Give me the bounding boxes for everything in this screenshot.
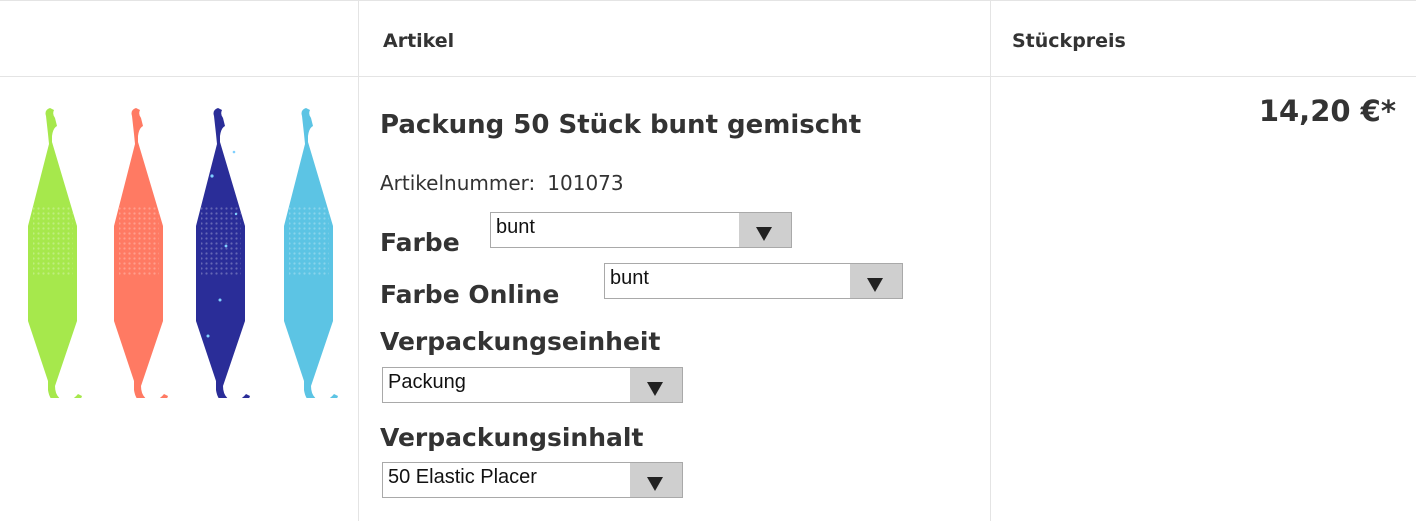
article-number: Artikelnummer: 101073: [380, 171, 624, 195]
table-top-border: [0, 0, 1416, 1]
chevron-down-icon: [647, 382, 663, 396]
product-image[interactable]: [0, 78, 358, 407]
column-divider-price: [990, 0, 991, 521]
farbe-online-select-dropdown-button[interactable]: [850, 264, 902, 298]
verpackungseinheit-select[interactable]: Packung: [382, 367, 683, 403]
chevron-down-icon: [867, 278, 883, 292]
navy-tool: [196, 108, 250, 407]
verpackungseinheit-select-value: Packung: [388, 371, 466, 393]
column-divider-image: [358, 0, 359, 521]
verpackungsinhalt-select-dropdown-button[interactable]: [630, 463, 682, 497]
farbe-select-value: bunt: [496, 216, 535, 238]
orange-tool: [114, 108, 168, 407]
farbe-online-select-value: bunt: [610, 267, 649, 289]
chevron-down-icon: [756, 227, 772, 241]
elastic-placer-tools-image: [28, 108, 338, 407]
article-number-value: 101073: [547, 171, 624, 195]
cart-table: Artikel Stückpreis Packung 50 Stück bunt…: [0, 0, 1416, 521]
column-header-article: Artikel: [383, 30, 455, 52]
farbe-label: Farbe: [380, 228, 460, 257]
product-title[interactable]: Packung 50 Stück bunt gemischt: [380, 110, 861, 140]
column-header-price: Stückpreis: [1012, 30, 1126, 52]
verpackungseinheit-label: Verpackungseinheit: [380, 327, 661, 356]
green-tool: [28, 108, 82, 407]
verpackungsinhalt-select-value: 50 Elastic Placer: [388, 466, 537, 488]
farbe-online-label: Farbe Online: [380, 280, 560, 309]
farbe-online-select[interactable]: bunt: [604, 263, 903, 299]
chevron-down-icon: [647, 477, 663, 491]
article-number-label: Artikelnummer:: [380, 171, 536, 195]
blue-tool: [284, 108, 338, 407]
farbe-select-dropdown-button[interactable]: [739, 213, 791, 247]
farbe-select[interactable]: bunt: [490, 212, 792, 248]
verpackungsinhalt-label: Verpackungsinhalt: [380, 423, 644, 452]
unit-price: 14,20 €*: [1258, 94, 1396, 128]
header-divider: [0, 76, 1416, 77]
verpackungsinhalt-select[interactable]: 50 Elastic Placer: [382, 462, 683, 498]
verpackungseinheit-select-dropdown-button[interactable]: [630, 368, 682, 402]
